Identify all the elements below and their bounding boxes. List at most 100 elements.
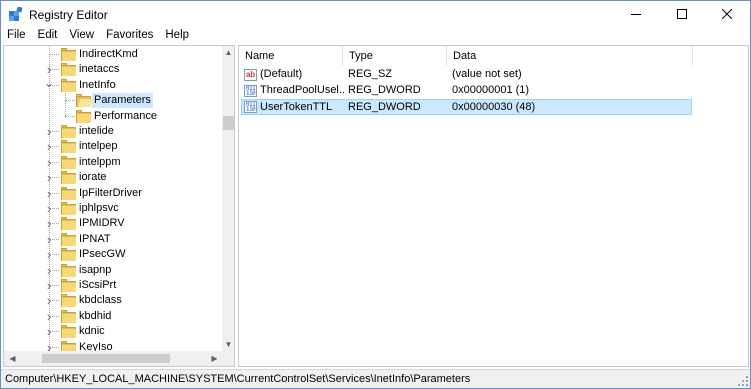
tree-node[interactable]: › intelpep	[4, 139, 220, 154]
scroll-up-icon[interactable]: ▲	[222, 46, 234, 59]
tree-node[interactable]: › iorate	[4, 170, 220, 185]
binary-value-icon: 011 110	[244, 101, 257, 113]
folder-icon	[61, 48, 77, 61]
folder-icon	[61, 217, 77, 230]
chevron-right-icon[interactable]: ›	[44, 324, 54, 339]
tree-node[interactable]: Performance	[4, 109, 220, 124]
tree-node[interactable]: › IPNAT	[4, 232, 220, 247]
tree-node[interactable]: ⌄ InetInfo	[4, 77, 220, 93]
value-data: 0x00000030 (48)	[452, 101, 536, 113]
column-header-type[interactable]: Type	[343, 46, 447, 66]
tree-connector-line	[49, 54, 59, 55]
tree-node[interactable]: › intelide	[4, 124, 220, 139]
menu-bar: File Edit View Favorites Help	[1, 27, 750, 45]
folder-icon	[61, 279, 77, 292]
value-data: (value not set)	[452, 68, 522, 80]
tree-node[interactable]: › inetaccs	[4, 62, 220, 77]
scroll-down-icon[interactable]: ▼	[222, 338, 234, 351]
chevron-right-icon[interactable]: ›	[44, 216, 54, 231]
menu-favorites[interactable]: Favorites	[100, 27, 159, 45]
close-button[interactable]	[704, 1, 750, 27]
string-value-icon: ab	[244, 69, 257, 81]
status-path: Computer\HKEY_LOCAL_MACHINE\SYSTEM\Curre…	[5, 373, 471, 385]
scroll-right-icon[interactable]: ▶	[208, 352, 221, 365]
folder-icon	[61, 125, 77, 138]
folder-icon	[61, 79, 77, 92]
tree-node[interactable]: › IpFilterDriver	[4, 186, 220, 201]
minimize-button[interactable]	[613, 1, 659, 27]
tree-node-label: intelide	[79, 125, 114, 137]
tree-node[interactable]: › kdnic	[4, 324, 220, 339]
folder-icon	[61, 294, 77, 307]
column-header-name[interactable]: Name	[239, 46, 343, 66]
status-bar: Computer\HKEY_LOCAL_MACHINE\SYSTEM\Curre…	[1, 369, 750, 388]
window-title: Registry Editor	[29, 8, 108, 22]
menu-help[interactable]: Help	[159, 27, 195, 45]
chevron-right-icon[interactable]: ›	[44, 293, 54, 308]
tree-node-label: IpFilterDriver	[79, 187, 142, 199]
registry-editor-window: Registry Editor File Edit View Favorites…	[0, 0, 751, 389]
value-type: REG_DWORD	[348, 84, 421, 96]
folder-icon	[61, 233, 77, 246]
chevron-right-icon[interactable]: ›	[44, 186, 54, 201]
menu-view[interactable]: View	[63, 27, 100, 45]
value-name: ThreadPoolUsel...	[260, 84, 344, 96]
tree-node-label: iphlpsvc	[79, 202, 119, 214]
tree-node[interactable]: › IPMIDRV	[4, 216, 220, 231]
tree-vertical-scrollbar[interactable]: ▲ ▼	[222, 46, 234, 351]
tree-connector-line	[65, 116, 75, 117]
tree-node[interactable]: ›IndirectKmd	[4, 47, 220, 62]
menu-edit[interactable]: Edit	[32, 27, 64, 45]
folder-icon	[61, 202, 77, 215]
resize-grip-icon[interactable]	[738, 376, 748, 386]
chevron-right-icon[interactable]: ›	[44, 201, 54, 216]
chevron-right-icon[interactable]: ›	[44, 155, 54, 170]
minimize-icon	[631, 14, 641, 15]
tree-node[interactable]: › iphlpsvc	[4, 201, 220, 216]
value-row[interactable]: 011 110 ThreadPoolUsel... REG_DWORD 0x00…	[242, 83, 693, 99]
chevron-right-icon[interactable]: ›	[44, 278, 54, 293]
tree-node-label: IPNAT	[79, 233, 111, 245]
column-header-data[interactable]: Data	[447, 46, 693, 66]
chevron-right-icon[interactable]: ›	[44, 62, 54, 77]
tree-node-label: iorate	[79, 171, 107, 183]
tree-node-label: IPMIDRV	[79, 217, 125, 229]
folder-icon	[61, 187, 77, 200]
tree-node-label: iScsiPrt	[79, 279, 117, 291]
scroll-left-icon[interactable]: ◀	[6, 352, 19, 365]
tree-node[interactable]: › iScsiPrt	[4, 278, 220, 293]
tree-hscroll-thumb[interactable]	[42, 354, 170, 363]
chevron-right-icon[interactable]: ›	[44, 309, 54, 324]
chevron-down-icon[interactable]: ⌄	[44, 77, 54, 93]
chevron-right-icon[interactable]: ›	[44, 247, 54, 262]
folder-icon	[61, 248, 77, 261]
tree-node-label: isapnp	[79, 264, 112, 276]
tree-node[interactable]: Parameters	[4, 93, 220, 108]
tree-vscroll-thumb[interactable]	[223, 116, 234, 130]
chevron-right-icon[interactable]: ›	[44, 124, 54, 139]
close-icon	[722, 9, 732, 19]
tree-node[interactable]: › isapnp	[4, 263, 220, 278]
title-bar[interactable]: Registry Editor	[1, 1, 750, 27]
tree-node[interactable]: › intelppm	[4, 155, 220, 170]
tree-node-label: kbdclass	[79, 294, 122, 306]
maximize-button[interactable]	[659, 1, 705, 27]
folder-icon	[61, 63, 77, 76]
tree-horizontal-scrollbar[interactable]: ◀ ▶	[4, 351, 222, 366]
tree-node[interactable]: › IPsecGW	[4, 247, 220, 262]
tree-node[interactable]: › kbdhid	[4, 309, 220, 324]
tree-node-label: inetaccs	[79, 63, 120, 75]
value-row[interactable]: ab (Default) REG_SZ (value not set)	[242, 67, 693, 83]
value-row-selected[interactable]: 011 110 UserTokenTTL REG_DWORD 0x0000003…	[241, 99, 692, 115]
values-list[interactable]: Name Type Data ab (Default) REG_SZ (valu…	[238, 45, 749, 367]
tree-connector-line	[65, 100, 75, 101]
chevron-right-icon[interactable]: ›	[44, 263, 54, 278]
registry-tree[interactable]: › KeyIso › kdnic › kbdhid › kbdclass › iScsiPrt › i…	[3, 45, 235, 367]
folder-icon	[61, 140, 77, 153]
chevron-right-icon[interactable]: ›	[44, 170, 54, 185]
tree-node[interactable]: › kbdclass	[4, 293, 220, 308]
menu-file[interactable]: File	[1, 27, 32, 45]
registry-editor-icon	[9, 7, 23, 21]
chevron-right-icon[interactable]: ›	[44, 139, 54, 154]
chevron-right-icon[interactable]: ›	[44, 232, 54, 247]
